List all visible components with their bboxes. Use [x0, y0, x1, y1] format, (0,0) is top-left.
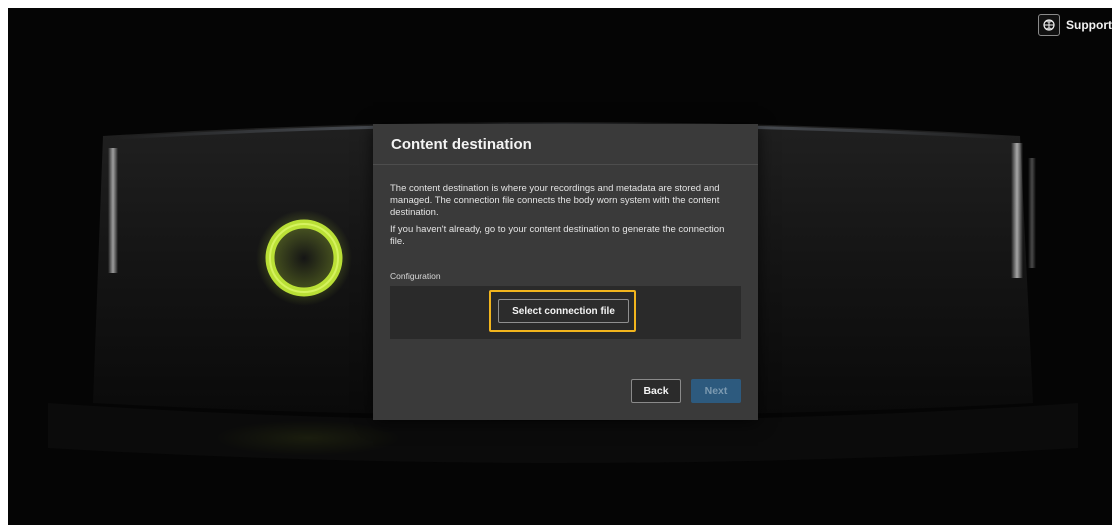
dialog-footer: Back Next [631, 379, 741, 403]
dialog-header: Content destination [373, 124, 758, 165]
dialog-body: The content destination is where your re… [373, 165, 758, 339]
content-destination-dialog: Content destination The content destinat… [373, 124, 758, 420]
app-frame: Support Content destination The content … [8, 8, 1112, 525]
select-connection-file-button[interactable]: Select connection file [498, 299, 629, 323]
globe-icon [1038, 14, 1060, 36]
highlight-frame: Select connection file [489, 290, 636, 332]
configuration-panel: Select connection file [390, 286, 741, 339]
support-label: Support [1066, 18, 1112, 32]
next-button[interactable]: Next [691, 379, 741, 403]
configuration-label: Configuration [390, 271, 441, 281]
back-button[interactable]: Back [631, 379, 681, 403]
support-link[interactable]: Support [1038, 14, 1112, 36]
description-paragraph: The content destination is where your re… [390, 183, 720, 218]
instruction-paragraph: If you haven't already, go to your conte… [390, 224, 725, 247]
dialog-title: Content destination [391, 135, 532, 153]
